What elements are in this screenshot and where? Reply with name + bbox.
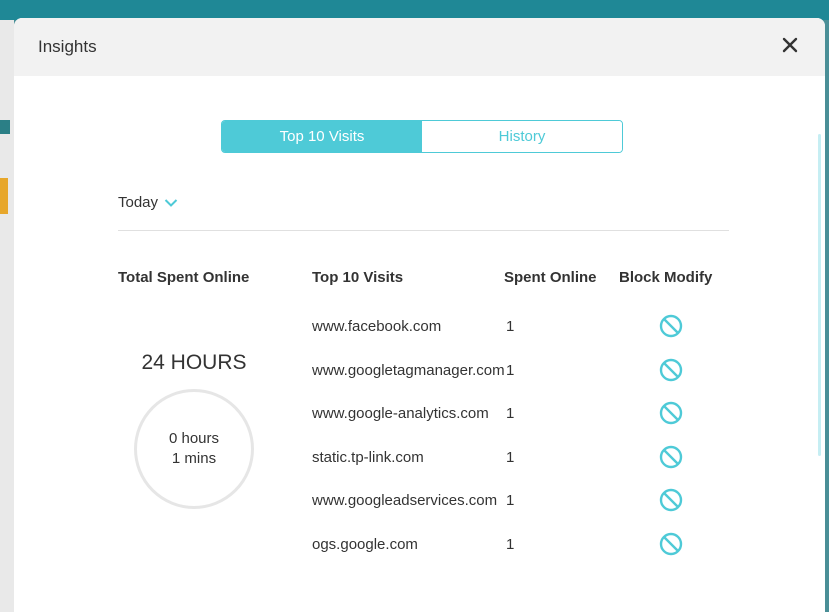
table-row: www.googleadservices.com 1 [312,487,732,517]
site-name: www.googletagmanager.com [312,361,505,379]
block-button[interactable] [658,400,684,426]
chevron-down-icon [164,198,178,207]
time-ring: 0 hours 1 mins [134,389,254,509]
table-row: www.googletagmanager.com 1 [312,357,732,387]
time-mins: 1 mins [171,450,217,467]
spent-online-value: 1 [506,492,515,510]
block-icon [659,401,683,425]
spent-online-value: 1 [506,536,515,553]
block-button[interactable] [658,357,684,383]
block-icon [659,445,683,468]
block-icon [659,532,683,556]
site-name: static.tp-link.com [312,448,424,466]
site-name: www.google-analytics.com [312,405,489,423]
spent-online-value: 1 [506,405,515,423]
tab-top-10-visits[interactable]: Top 10 Visits [222,121,422,152]
background-accent [0,178,8,214]
table-row: static.tp-link.com 1 [312,444,732,474]
spent-online-value: 1 [506,448,515,466]
block-icon [659,358,683,381]
site-name: www.googleadservices.com [312,492,498,510]
tab-history[interactable]: History [422,121,622,152]
insights-dialog: Insights Top 10 Visits History Today Tot… [14,18,825,612]
divider [118,230,729,231]
close-icon [782,37,798,53]
total-hours: 24 HOURS [141,351,247,374]
spent-online-value: 1 [506,361,515,379]
background-topbar [0,0,829,20]
background-sidebar [0,20,14,612]
column-header-spent: Spent Online [504,269,597,286]
table-row: www.google-analytics.com 1 [312,400,732,430]
site-name: ogs.google.com [312,536,418,553]
block-icon [659,314,683,338]
block-button[interactable] [658,444,684,470]
site-name: www.facebook.com [312,318,442,335]
period-dropdown[interactable]: Today [118,194,178,211]
column-header-block: Block Modify [619,269,713,286]
period-dropdown-value: Today [118,194,159,211]
dialog-title: Insights [38,37,97,56]
table-row: ogs.google.com 1 [312,531,732,561]
dialog-header: Insights [14,18,825,76]
time-hours: 0 hours [168,430,220,447]
close-button[interactable] [777,30,803,60]
block-button[interactable] [658,531,684,557]
block-button[interactable] [658,487,684,513]
background-marker [0,120,10,134]
column-header-visits: Top 10 Visits [312,269,404,286]
block-button[interactable] [658,313,684,339]
scrollbar[interactable] [818,134,821,456]
spent-online-value: 1 [506,318,515,335]
table-row: www.facebook.com 1 [312,313,732,343]
block-icon [659,489,683,512]
view-tabs: Top 10 Visits History [221,120,623,153]
column-header-total: Total Spent Online [118,269,250,286]
